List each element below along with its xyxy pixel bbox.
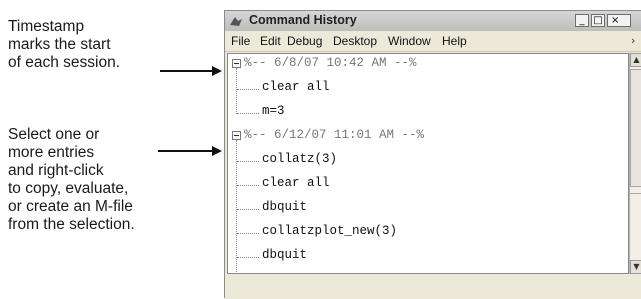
entry-text: m=3 — [262, 104, 285, 118]
history-entry[interactable]: m=3 — [228, 102, 628, 124]
callout-arrow — [158, 146, 222, 156]
command-history-window: Command History _ □ × File Edit Debug De… — [224, 10, 641, 299]
entry-text: clear all — [262, 176, 330, 190]
session-timestamp: %-- 6/8/07 10:42 AM --% — [244, 56, 417, 70]
session-header[interactable]: %-- 6/12/07 11:01 AM --% — [228, 126, 628, 148]
entry-text: clear all — [262, 80, 330, 94]
entry-text: collatz(3) — [262, 152, 338, 166]
callout-line: Select one or — [8, 126, 100, 143]
title-bar[interactable]: Command History _ □ × — [225, 11, 641, 32]
menu-help[interactable]: Help — [442, 34, 467, 48]
callout-line: to copy, evaluate, — [8, 180, 129, 197]
history-list[interactable]: %-- 6/8/07 10:42 AM --% clear all m=3 %-… — [227, 53, 629, 274]
vertical-scrollbar[interactable]: ▲ ▼ — [629, 53, 641, 274]
entry-text: dbquit — [262, 200, 308, 214]
callout-line: of each session. — [8, 54, 121, 71]
history-entry[interactable]: collatz(3) — [228, 150, 628, 172]
history-entry[interactable]: dbquit — [228, 246, 628, 268]
callout-timestamp: Timestamp marks the start of each sessio… — [8, 18, 120, 72]
close-button[interactable]: × — [607, 14, 631, 27]
callout-line: more entries — [8, 144, 95, 161]
history-entry[interactable]: collatzplot_new(3) — [228, 222, 628, 244]
session-timestamp: %-- 6/12/07 11:01 AM --% — [244, 128, 425, 142]
history-entry[interactable]: dbquit — [228, 198, 628, 220]
menu-overflow-icon[interactable]: › — [631, 34, 635, 47]
menu-bar: File Edit Debug Desktop Window Help › — [225, 31, 641, 52]
callout-line: from the selection. — [8, 216, 135, 233]
callout-line: or create an M-file — [8, 198, 133, 215]
collapse-icon[interactable] — [232, 131, 241, 140]
scrollbar-thumb[interactable] — [630, 69, 641, 187]
menu-file[interactable]: File — [231, 34, 250, 48]
status-bar — [225, 275, 641, 299]
entry-text: dbquit — [262, 248, 308, 262]
history-entry[interactable]: clear all — [228, 174, 628, 196]
callout-select-entries: Select one or more entries and right-cli… — [8, 126, 135, 234]
history-entry[interactable]: clear all — [228, 78, 628, 100]
callout-line: Timestamp — [8, 18, 85, 35]
menu-debug[interactable]: Debug — [287, 34, 322, 48]
scrollbar-divider — [630, 193, 641, 194]
collapse-icon[interactable] — [232, 59, 241, 68]
maximize-button[interactable]: □ — [591, 14, 605, 27]
menu-desktop[interactable]: Desktop — [333, 34, 377, 48]
session-header[interactable]: %-- 6/8/07 10:42 AM --% — [228, 54, 628, 76]
menu-window[interactable]: Window — [388, 34, 431, 48]
window-title: Command History — [249, 13, 357, 27]
callout-line: and right-click — [8, 162, 104, 179]
entry-text: collatzplot_new(3) — [262, 224, 398, 238]
callout-line: marks the start — [8, 36, 111, 53]
menu-edit[interactable]: Edit — [260, 34, 281, 48]
scroll-up-icon[interactable]: ▲ — [630, 53, 641, 67]
minimize-button[interactable]: _ — [575, 14, 589, 27]
matlab-logo-icon — [230, 17, 242, 26]
scroll-down-icon[interactable]: ▼ — [630, 260, 641, 274]
callout-arrow — [160, 66, 222, 76]
